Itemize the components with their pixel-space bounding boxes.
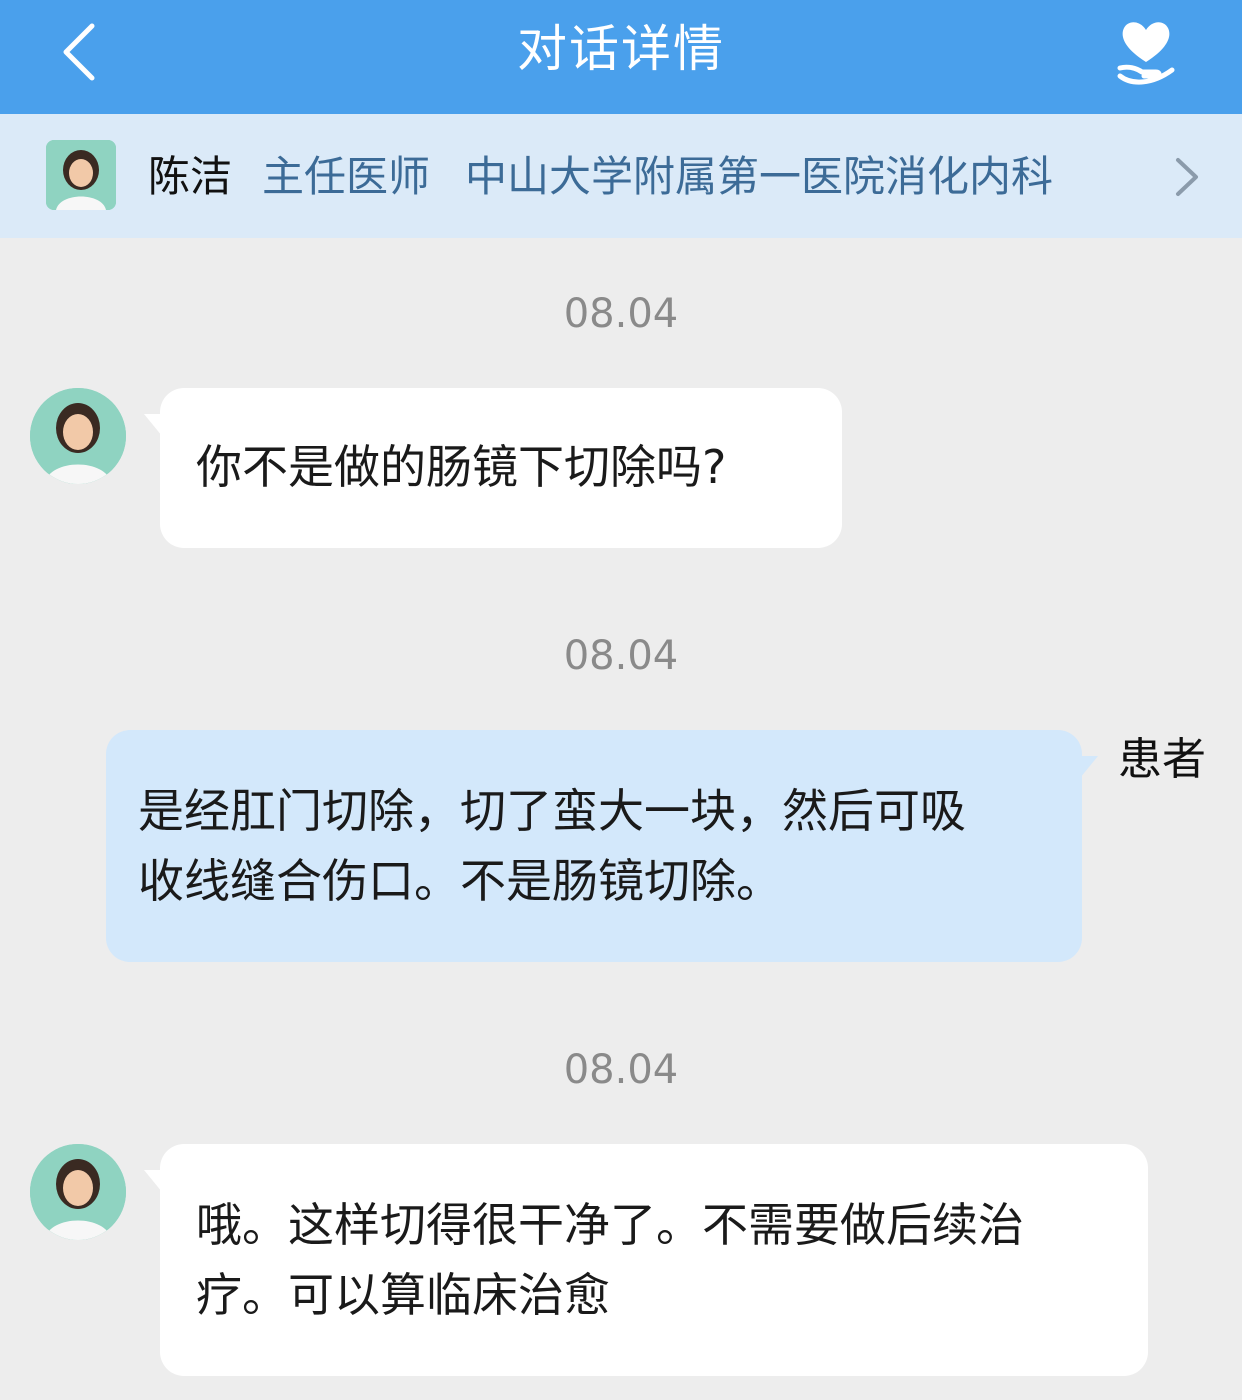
message-text: 你不是做的肠镜下切除吗? [196,440,727,494]
top-nav-bar: 对话详情 [0,0,1242,114]
page-title: 对话详情 [517,20,725,78]
message-timestamp: 08.04 [563,1047,679,1093]
doctor-name: 陈洁 [148,152,233,201]
message-text-line: 疗。可以算临床治愈 [196,1268,610,1322]
sender-label: 患者 [1118,734,1206,785]
doctor-detail-button[interactable] [1166,152,1206,202]
doctor-message-avatar[interactable] [30,388,126,484]
message-timestamp: 08.04 [563,633,679,679]
heart-hand-button[interactable] [1106,10,1186,90]
message-text-line: 收线缝合伤口。不是肠镜切除。 [138,854,782,908]
doctor-title: 主任医师 [262,152,431,201]
doctor-avatar [46,140,116,210]
incoming-message-bubble[interactable]: 哦。这样切得很干净了。不需要做后续治 疗。可以算临床治愈 [144,1144,1148,1376]
incoming-message-bubble[interactable]: 你不是做的肠镜下切除吗? [144,388,842,548]
doctor-info-bar[interactable]: 陈洁 主任医师 中山大学附属第一医院消化内科 [0,114,1242,238]
message-timestamp: 08.04 [563,291,679,337]
doctor-hospital: 中山大学附属第一医院消化内科 [465,152,1054,201]
message-text-line: 哦。这样切得很干净了。不需要做后续治 [196,1198,1024,1252]
doctor-message-avatar[interactable] [30,1144,126,1240]
chevron-right-icon [1176,158,1198,196]
outgoing-message-bubble[interactable]: 是经肛门切除，切了蛮大一块，然后可吸 收线缝合伤口。不是肠镜切除。 [106,730,1098,962]
message-text-line: 是经肛门切除，切了蛮大一块，然后可吸 [138,784,966,838]
heart-hand-icon [1117,22,1175,85]
